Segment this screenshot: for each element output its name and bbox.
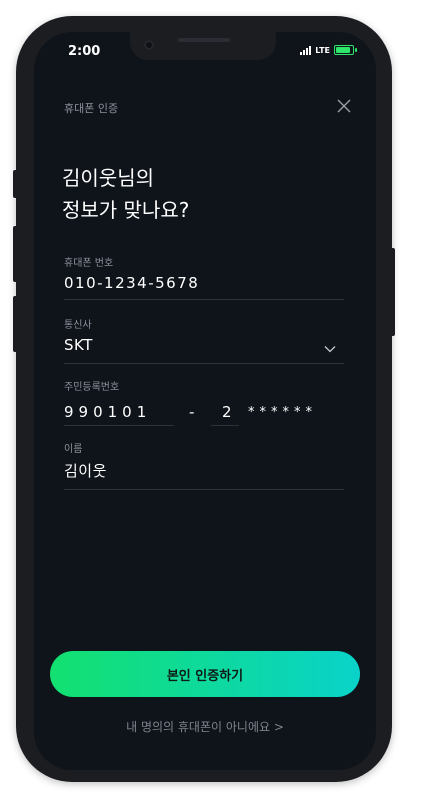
status-time: 2:00 — [68, 44, 101, 59]
name-value[interactable]: 김이웃 — [64, 460, 344, 481]
rrn-label: 주민등록번호 — [64, 382, 120, 393]
phone-value[interactable]: 010-1234-5678 — [64, 274, 344, 292]
verify-button-label: 본인 인증하기 — [166, 668, 244, 684]
side-button-mute — [13, 170, 18, 198]
name-field[interactable]: 이름 김이웃 — [64, 440, 344, 490]
phone-underline — [64, 299, 344, 300]
not-my-phone-link[interactable]: 내 명의의 휴대폰이 아니에요 > — [34, 718, 376, 735]
headline-line-2: 정보가 맞나요? — [62, 198, 190, 222]
battery-icon — [334, 45, 357, 55]
name-label: 이름 — [64, 444, 83, 455]
rrn-masked-digits: ****** — [248, 405, 317, 420]
rrn-front-input[interactable]: 990101 — [64, 403, 151, 421]
status-indicators: LTE — [300, 45, 357, 55]
carrier-select[interactable]: 통신사 SKT — [64, 316, 344, 364]
app-screen: 2:00 LTE 휴대폰 인증 김이웃님의 정보가 맞나요? 휴대폰 번호 01… — [34, 32, 376, 770]
rrn-back-underline — [211, 425, 239, 426]
phone-label: 휴대폰 번호 — [64, 258, 114, 269]
notch — [130, 32, 276, 60]
speaker-grille — [178, 38, 230, 42]
name-underline — [64, 489, 344, 490]
headline-line-1: 김이웃님의 — [62, 166, 154, 190]
chevron-down-icon[interactable] — [324, 345, 336, 353]
signal-icon — [300, 45, 312, 55]
nav-title: 휴대폰 인증 — [64, 102, 119, 115]
page-headline: 김이웃님의 정보가 맞나요? — [62, 162, 352, 226]
rrn-dash: - — [189, 403, 195, 421]
carrier-value[interactable]: SKT — [64, 336, 344, 354]
verify-button[interactable]: 본인 인증하기 — [50, 651, 360, 697]
phone-field[interactable]: 휴대폰 번호 010-1234-5678 — [64, 254, 344, 300]
rrn-inputs[interactable]: 990101 - 2 ****** — [64, 395, 344, 439]
carrier-underline — [64, 363, 344, 364]
side-button-volume-down — [13, 296, 18, 352]
carrier-label: 통신사 — [64, 320, 92, 331]
side-button-power — [390, 248, 395, 336]
side-button-volume-up — [13, 226, 18, 282]
close-icon[interactable] — [336, 98, 352, 114]
rrn-field[interactable]: 주민등록번호 990101 - 2 ****** — [64, 378, 344, 426]
network-label: LTE — [315, 45, 330, 55]
camera-icon — [144, 40, 154, 50]
rrn-front-underline — [64, 425, 174, 426]
rrn-back-input[interactable]: 2 — [222, 403, 232, 421]
